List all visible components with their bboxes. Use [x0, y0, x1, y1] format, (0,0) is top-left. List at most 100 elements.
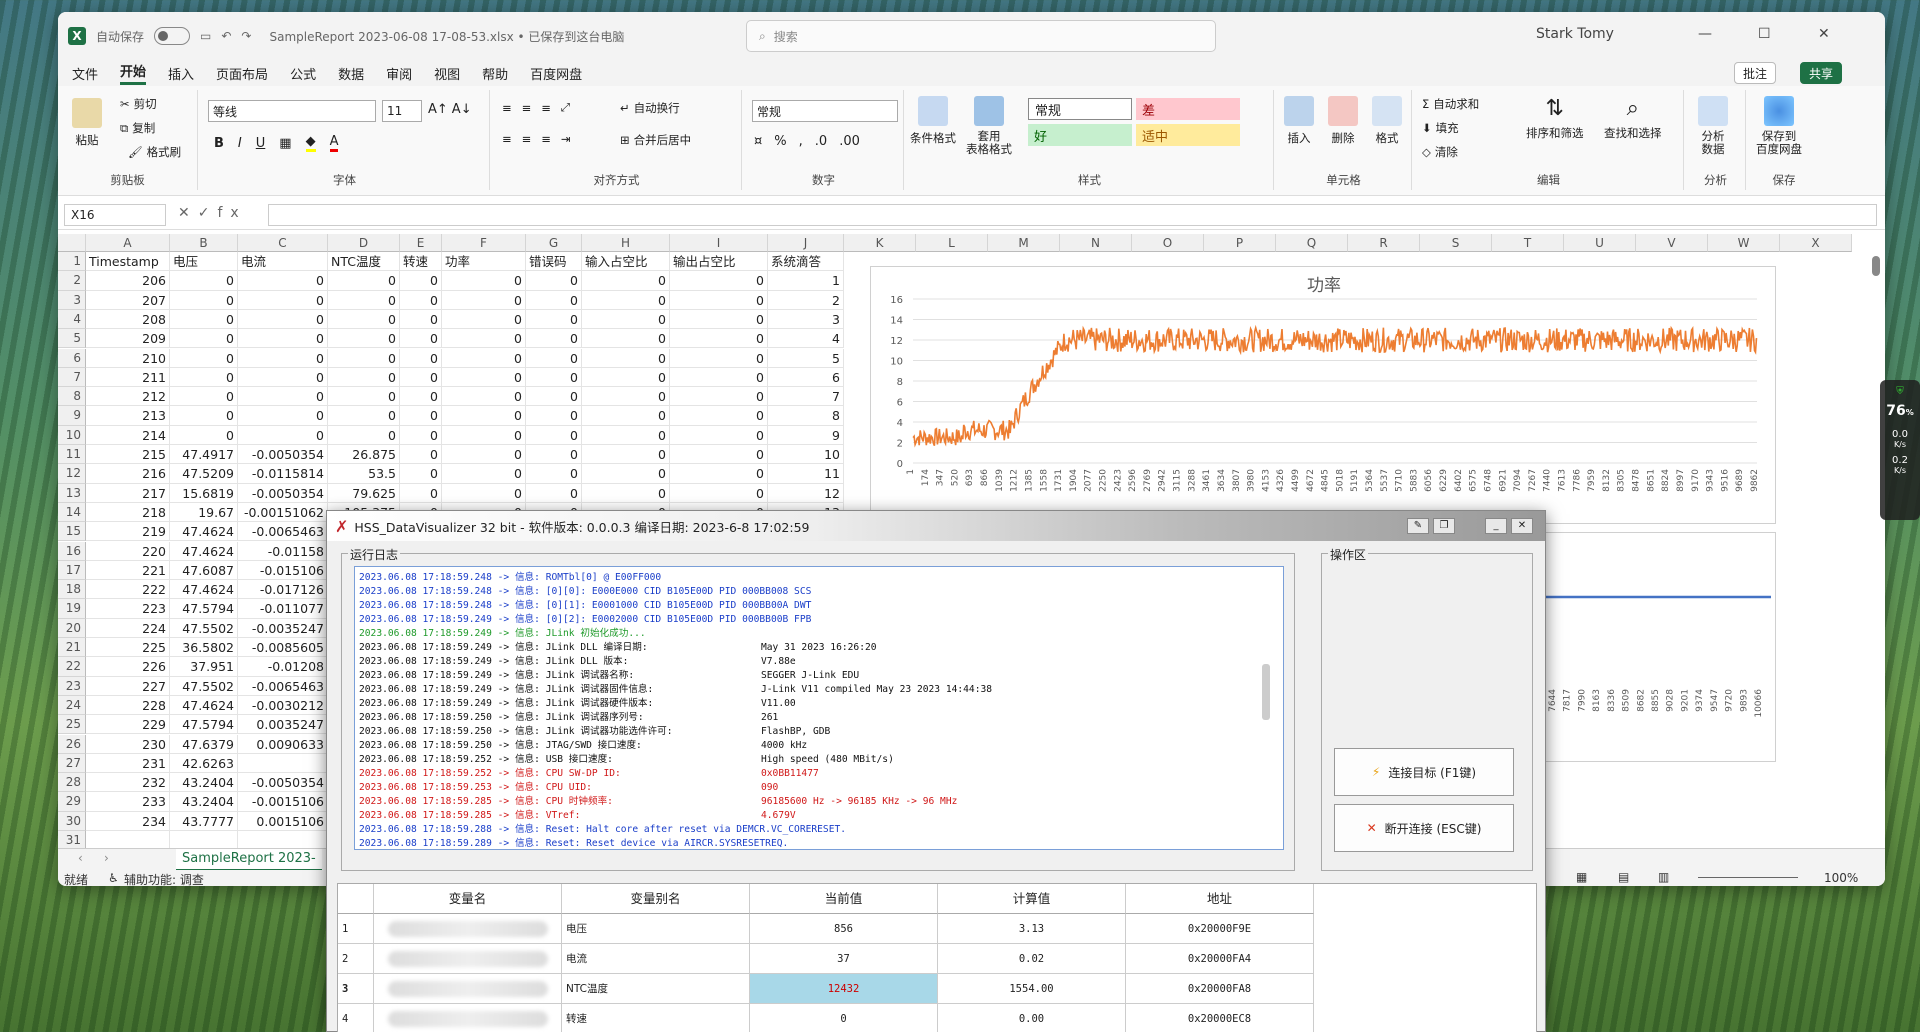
align-top-icon[interactable]: ≡ [502, 101, 512, 115]
wrap-text-label[interactable]: 自动换行 [634, 100, 680, 116]
data-cell[interactable]: -0.00151062 [238, 502, 328, 523]
data-cell[interactable]: -0.0035247 [238, 618, 328, 638]
data-cell[interactable]: 0 [238, 348, 328, 368]
data-cell[interactable]: 0 [328, 309, 400, 330]
data-cell[interactable]: 0 [400, 387, 442, 407]
data-cell[interactable]: 0 [582, 348, 670, 368]
row-header[interactable]: 4 [58, 309, 86, 330]
italic-icon[interactable]: I [238, 136, 242, 151]
data-cell[interactable]: 0 [582, 271, 670, 291]
data-cell[interactable]: 0 [526, 271, 582, 291]
data-cell[interactable]: -0.0050354 [238, 445, 328, 465]
data-cell[interactable]: 0 [238, 425, 328, 445]
row-header[interactable]: 6 [58, 348, 86, 368]
data-cell[interactable]: 0 [582, 445, 670, 465]
data-cell[interactable]: 47.5794 [170, 599, 238, 619]
sort-filter-label[interactable]: 排序和筛选 [1526, 125, 1584, 141]
data-cell[interactable]: 0 [400, 406, 442, 426]
table-cell[interactable]: 0.00 [938, 1004, 1126, 1032]
increase-decimal-icon[interactable]: .0 [815, 134, 827, 149]
data-cell[interactable]: 2 [768, 290, 844, 310]
table-cell[interactable]: 3.13 [938, 914, 1126, 944]
second-chart[interactable]: 7644 7817 7990 8163 8336 8509 8682 8855 9028 9201… [1534, 532, 1776, 762]
font-name-select[interactable]: 等线 [208, 100, 376, 122]
accessibility-icon[interactable]: ♿ [108, 871, 119, 885]
table-cell[interactable]: 0x20000FA4 [1126, 944, 1314, 974]
data-cell[interactable]: 43.7777 [170, 811, 238, 831]
data-cell[interactable]: 0 [170, 387, 238, 407]
connect-button[interactable]: ⚡ 连接目标 (F1键) [1334, 748, 1514, 796]
row-header[interactable]: 3 [58, 290, 86, 310]
data-cell[interactable]: 0 [328, 290, 400, 310]
data-cell[interactable]: 0 [670, 445, 768, 465]
insert-cells-icon[interactable] [1284, 96, 1314, 126]
data-cell[interactable]: 0 [238, 329, 328, 349]
data-cell[interactable]: 0 [526, 425, 582, 445]
row-header[interactable]: 29 [58, 792, 86, 812]
row-header[interactable]: 21 [58, 638, 86, 658]
table-cell[interactable]: 0 [750, 1004, 938, 1032]
table-header[interactable]: 当前值 [750, 884, 938, 914]
border-icon[interactable]: ▦ [279, 136, 291, 151]
data-cell[interactable]: 0 [400, 309, 442, 330]
row-header[interactable]: 26 [58, 734, 86, 754]
data-cell[interactable]: -0.0050354 [238, 773, 328, 793]
sheet-prev-icon[interactable]: ‹ [78, 851, 83, 865]
row-header[interactable]: 17 [58, 560, 86, 581]
menu-home[interactable]: 开始 [120, 61, 147, 85]
align-bottom-icon[interactable]: ≡ [541, 101, 551, 115]
format-painter-label[interactable]: 格式刷 [147, 144, 182, 160]
data-cell[interactable]: 0 [582, 309, 670, 330]
percent-icon[interactable]: % [774, 134, 786, 149]
col-header[interactable]: K [844, 234, 916, 252]
normal-view-icon[interactable]: ▦ [1576, 870, 1587, 884]
data-cell[interactable]: 215 [86, 445, 170, 465]
page-layout-view-icon[interactable]: ▤ [1618, 870, 1629, 884]
col-header[interactable]: A [86, 234, 170, 252]
data-cell[interactable]: 0 [670, 425, 768, 445]
paste-icon[interactable] [72, 98, 102, 128]
data-cell[interactable]: 0 [170, 348, 238, 368]
data-cell[interactable]: 1 [768, 271, 844, 291]
data-cell[interactable]: 228 [86, 695, 170, 716]
data-cell[interactable]: 12 [768, 483, 844, 503]
data-cell[interactable]: 11 [768, 464, 844, 484]
row-header[interactable]: 14 [58, 502, 86, 523]
table-cell[interactable]: 856 [750, 914, 938, 944]
header-cell[interactable]: 转速 [400, 252, 442, 272]
data-cell[interactable]: -0.0065463 [238, 522, 328, 542]
format-as-table-icon[interactable] [974, 96, 1004, 126]
bold-icon[interactable]: B [214, 136, 224, 151]
data-cell[interactable]: 219 [86, 522, 170, 542]
data-cell[interactable]: 0 [442, 464, 526, 484]
data-cell[interactable]: 231 [86, 753, 170, 774]
data-cell[interactable]: 212 [86, 387, 170, 407]
align-right-icon[interactable]: ≡ [541, 132, 551, 146]
data-cell[interactable]: 0 [238, 271, 328, 291]
redo-icon[interactable]: ↷ [241, 29, 251, 43]
row-header[interactable]: 18 [58, 580, 86, 600]
data-cell[interactable]: 0 [238, 309, 328, 330]
col-header[interactable]: N [1060, 234, 1132, 252]
clear-label[interactable]: 清除 [1435, 144, 1458, 160]
data-cell[interactable]: 6 [768, 367, 844, 388]
data-cell[interactable]: 47.6379 [170, 734, 238, 754]
baidu-cloud-icon[interactable] [1764, 96, 1794, 126]
data-cell[interactable]: -0.01208 [238, 657, 328, 677]
col-header[interactable]: I [670, 234, 768, 252]
col-header[interactable]: C [238, 234, 328, 252]
style-neutral[interactable]: 适中 [1136, 124, 1240, 146]
data-cell[interactable]: 0 [670, 271, 768, 291]
log-scroll-thumb[interactable] [1262, 664, 1270, 720]
row-header[interactable]: 24 [58, 695, 86, 716]
col-header[interactable]: F [442, 234, 526, 252]
table-cell[interactable]: 4 [338, 1004, 374, 1032]
data-cell[interactable]: 47.4624 [170, 580, 238, 600]
data-cell[interactable]: 0 [170, 406, 238, 426]
data-cell[interactable]: -0.0065463 [238, 676, 328, 696]
log-view[interactable]: 2023.06.08 17:18:59.248 -> 信息: ROMTbl[0]… [354, 566, 1284, 850]
data-cell[interactable]: 0 [328, 348, 400, 368]
data-cell[interactable]: 234 [86, 811, 170, 831]
row-header[interactable]: 23 [58, 676, 86, 696]
data-cell[interactable]: 5 [768, 348, 844, 368]
